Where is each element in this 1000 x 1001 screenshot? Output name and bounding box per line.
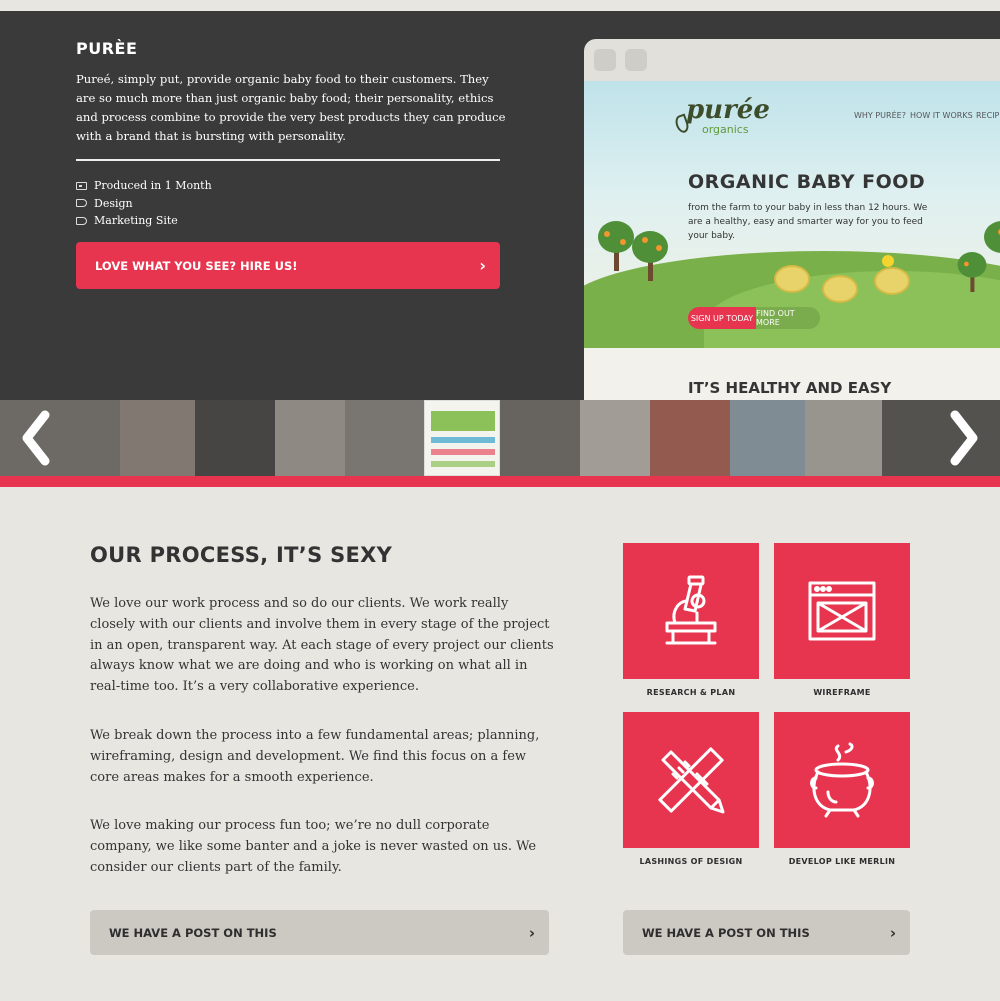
window-dot xyxy=(625,49,647,71)
hay-bale-illustration xyxy=(774,265,810,293)
project-thumbnail[interactable] xyxy=(120,400,195,476)
browser-window-icon xyxy=(808,581,876,641)
post-link-button-right[interactable]: WE HAVE A POST ON THIS › xyxy=(623,910,910,955)
project-thumbnail[interactable] xyxy=(805,400,882,476)
process-paragraph: We love making our process fun too; we’r… xyxy=(90,818,537,875)
tile-label: LASHINGS OF DESIGN xyxy=(639,857,743,866)
meta-item-design: Design xyxy=(76,195,212,213)
hire-us-label: LOVE WHAT YOU SEE? HIRE US! xyxy=(95,258,298,273)
project-thumbnail[interactable] xyxy=(730,400,805,476)
window-dot xyxy=(594,49,616,71)
preview-signup-button: SIGN UP TODAY xyxy=(688,307,756,329)
process-paragraph: We love our work process and so do our c… xyxy=(90,596,554,695)
preview-logo: purée xyxy=(686,95,770,125)
preview-nav-item: HOW IT WORKS xyxy=(910,111,973,120)
chevron-right-icon: › xyxy=(479,256,486,275)
project-description: Pureé, simply put, provide organic baby … xyxy=(76,72,506,143)
tile-label: WIREFRAME xyxy=(813,688,871,697)
chevron-right-icon: › xyxy=(889,923,896,942)
project-thumbnail[interactable] xyxy=(345,400,424,476)
chevron-right-icon: › xyxy=(528,923,535,942)
post-link-label: WE HAVE A POST ON THIS xyxy=(642,925,810,940)
process-paragraph: We break down the process into a few fun… xyxy=(90,728,540,785)
meta-label: Marketing Site xyxy=(94,214,178,228)
cauldron-icon xyxy=(810,742,874,818)
meta-item-marketing-site: Marketing Site xyxy=(76,212,212,230)
top-strip xyxy=(0,0,1000,11)
project-thumbnail[interactable] xyxy=(195,400,275,476)
preview-nav-item: RECIPES xyxy=(976,111,1000,120)
project-thumbnail[interactable] xyxy=(650,400,730,476)
tile-develop xyxy=(774,712,910,848)
tile-label: DEVELOP LIKE MERLIN xyxy=(788,857,896,866)
carousel-next-button[interactable] xyxy=(944,406,984,470)
hire-us-button[interactable]: LOVE WHAT YOU SEE? HIRE US! › xyxy=(76,242,500,289)
tag-icon xyxy=(76,199,87,208)
tree-illustration xyxy=(957,252,987,292)
project-hero: PURÈE Pureé, simply put, provide organic… xyxy=(0,11,1000,400)
preview-findout-button: FIND OUT MORE xyxy=(756,307,820,329)
tile-label: RESEARCH & PLAN xyxy=(646,688,736,697)
preview-headline: ORGANIC BABY FOOD xyxy=(688,171,926,193)
meta-label: Design xyxy=(94,196,133,210)
tile-research-plan xyxy=(623,543,759,679)
chevron-right-icon xyxy=(950,410,978,466)
project-meta-list: Produced in 1 Month Design Marketing Sit… xyxy=(76,177,212,230)
preview-nav-item: WHY PURÉE? xyxy=(854,111,906,120)
project-thumbnail-active[interactable] xyxy=(424,400,500,476)
project-thumbnail[interactable] xyxy=(500,400,580,476)
calendar-icon xyxy=(76,181,87,190)
tile-design xyxy=(623,712,759,848)
preview-subtext: from the farm to your baby in less than … xyxy=(688,203,928,241)
project-thumbnail[interactable] xyxy=(580,400,650,476)
tree-illustration xyxy=(632,231,668,281)
preview-logo-sub: organics xyxy=(702,123,749,136)
preview-section-title: IT’S HEALTHY AND EASY xyxy=(688,379,892,397)
post-link-label: WE HAVE A POST ON THIS xyxy=(109,925,277,940)
carousel-prev-button[interactable] xyxy=(16,406,56,470)
process-title: OUR PROCESS, IT’S SEXY xyxy=(90,543,393,567)
website-preview[interactable]: purée organics WHY PURÉE? HOW IT WORKS R… xyxy=(584,39,1000,400)
post-link-button-left[interactable]: WE HAVE A POST ON THIS › xyxy=(90,910,549,955)
meta-label: Produced in 1 Month xyxy=(94,179,212,193)
tag-icon xyxy=(76,216,87,225)
project-thumbnail-carousel xyxy=(0,400,1000,476)
divider xyxy=(76,159,500,161)
microscope-icon xyxy=(665,575,717,645)
pencil-ruler-icon xyxy=(658,747,725,814)
tree-illustration xyxy=(984,221,1000,271)
chick-illustration xyxy=(882,255,894,267)
meta-item-duration: Produced in 1 Month xyxy=(76,177,212,195)
project-thumbnail[interactable] xyxy=(275,400,345,476)
tree-illustration xyxy=(598,221,634,271)
hay-bale-illustration xyxy=(874,267,910,295)
accent-bar xyxy=(0,476,1000,487)
project-title: PURÈE xyxy=(76,39,138,58)
preview-screen: purée organics WHY PURÉE? HOW IT WORKS R… xyxy=(584,81,1000,400)
hay-bale-illustration xyxy=(822,275,858,303)
tile-wireframe xyxy=(774,543,910,679)
chevron-left-icon xyxy=(22,410,50,466)
